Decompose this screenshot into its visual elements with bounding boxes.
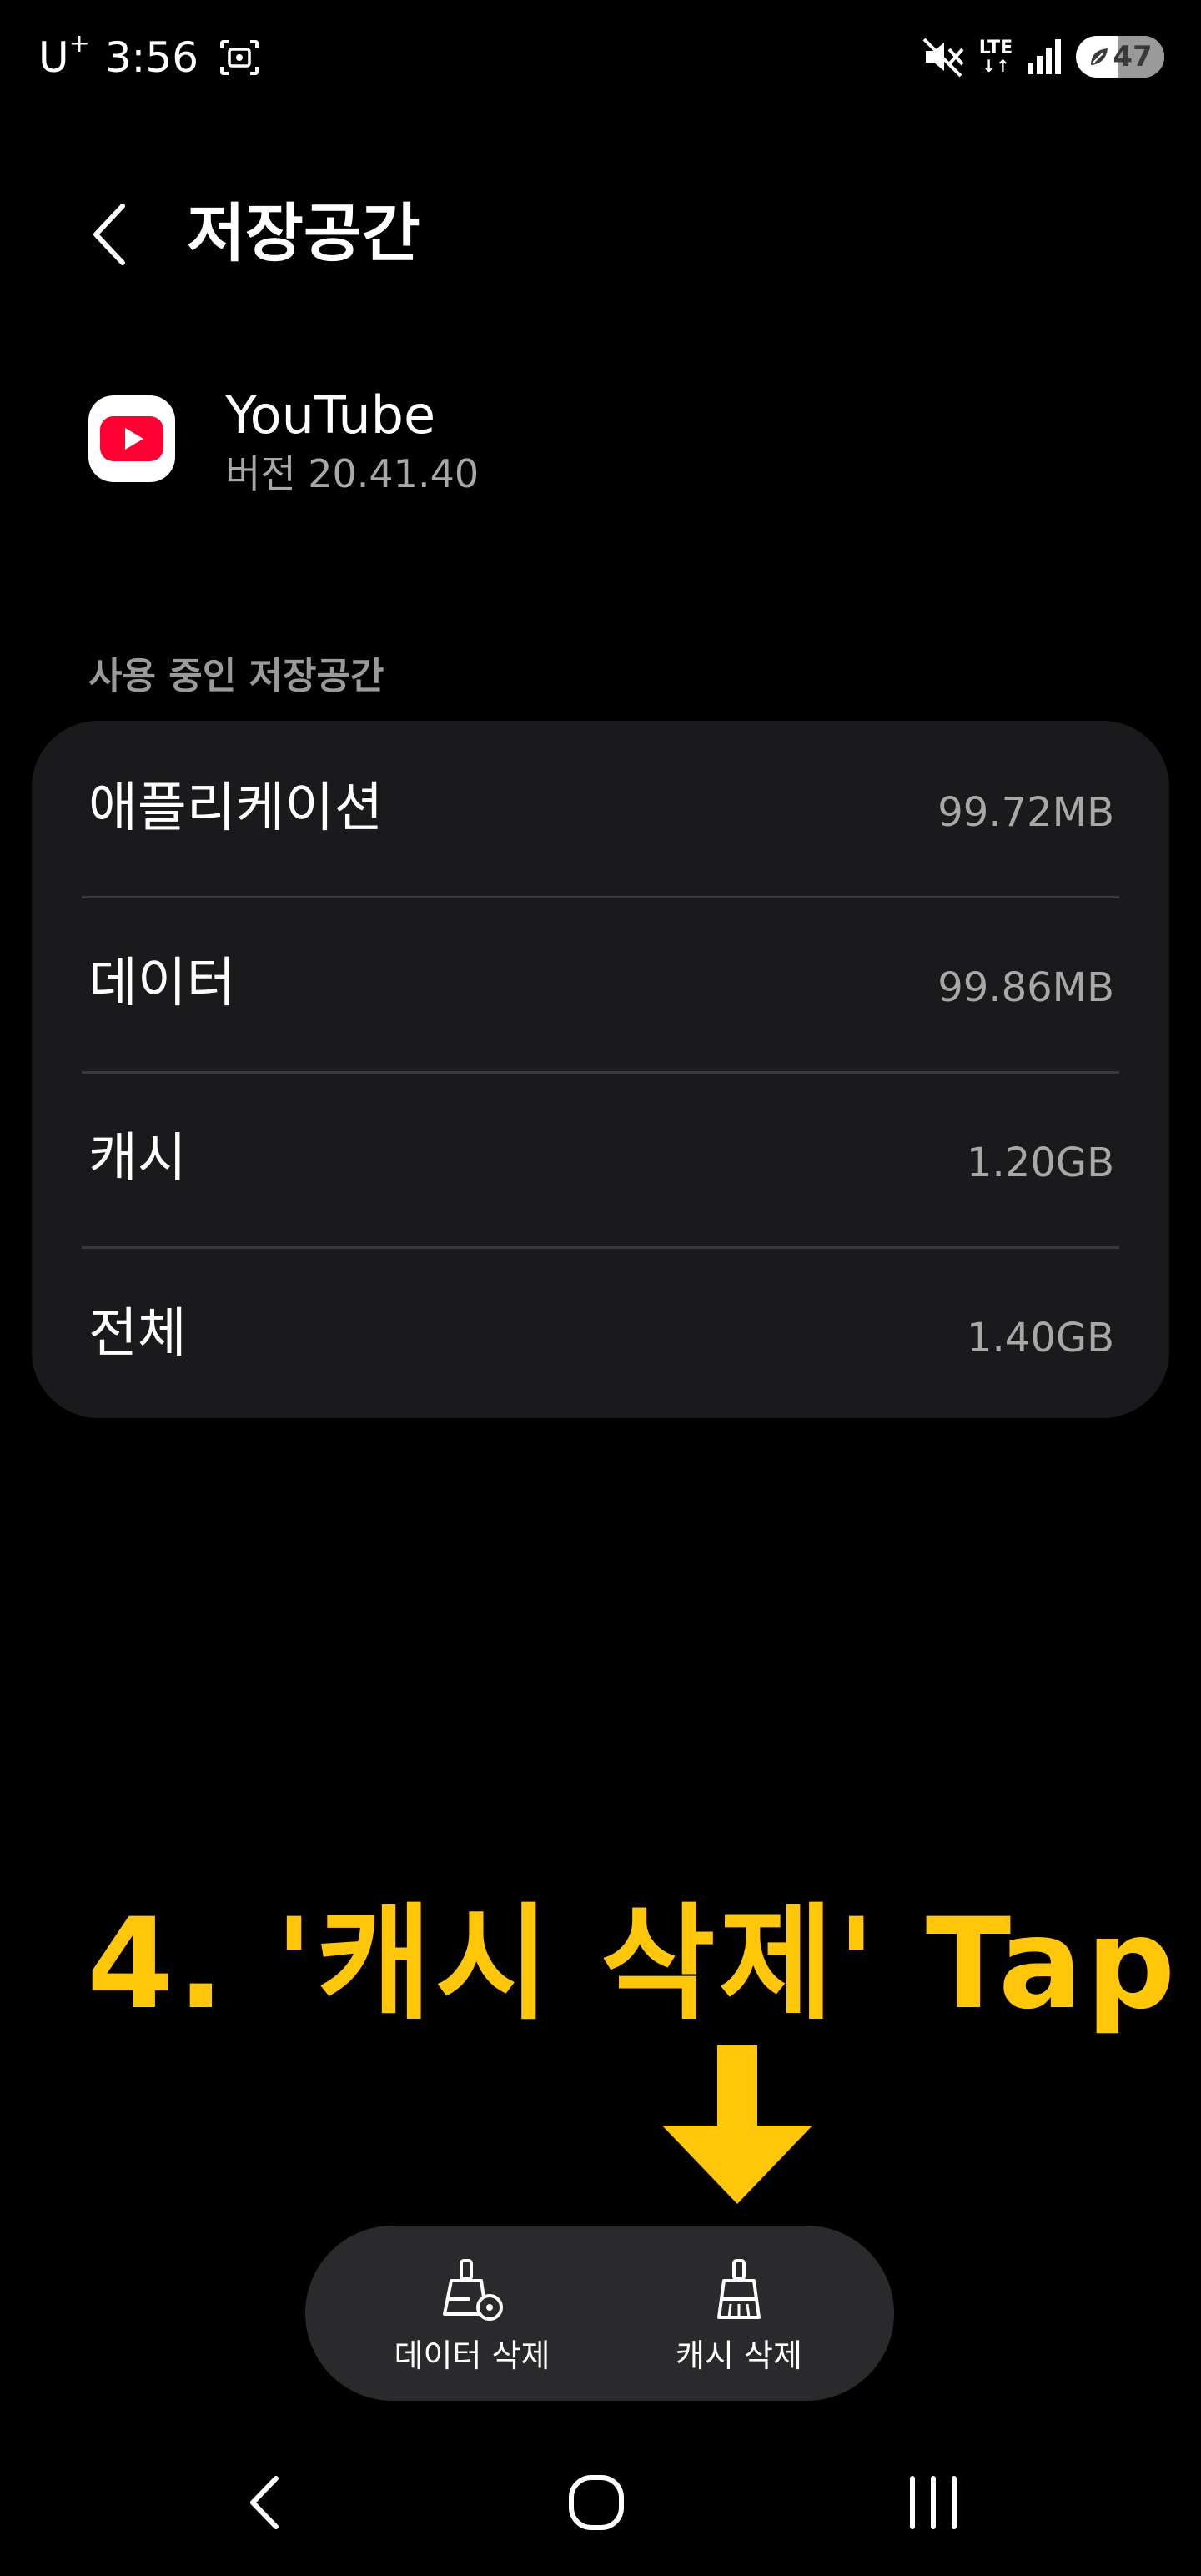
- screenshot-icon: [220, 40, 259, 75]
- status-bar: U+ 3:56 LTE ↓↑ 47: [0, 0, 1201, 117]
- status-left: U+ 3:56: [38, 28, 260, 87]
- storage-row-label: 전체: [88, 1303, 187, 1365]
- mute-icon: [922, 38, 964, 78]
- broom-icon: [717, 2259, 761, 2319]
- signal-icon: [1028, 39, 1061, 74]
- status-right: LTE ↓↑ 47: [922, 32, 1164, 82]
- section-label: 사용 중인 저장공간: [88, 655, 384, 697]
- action-bar: 데이터 삭제 캐시 삭제: [305, 2226, 894, 2401]
- clear-cache-button[interactable]: 캐시 삭제: [606, 2226, 872, 2401]
- app-name: YouTube: [225, 385, 436, 445]
- storage-row-cache: 캐시 1.20GB: [32, 1071, 1169, 1246]
- carrier-text: U: [38, 33, 69, 82]
- header: 저장공간: [0, 167, 1201, 300]
- battery-indicator: 47: [1076, 36, 1164, 78]
- back-button[interactable]: [80, 197, 138, 272]
- storage-row-value: 99.72MB: [937, 789, 1114, 836]
- storage-card: 애플리케이션 99.72MB 데이터 99.86MB 캐시 1.20GB 전체 …: [32, 721, 1169, 1418]
- nav-recents-button[interactable]: [887, 2461, 979, 2544]
- broom-gear-icon: [443, 2259, 503, 2321]
- storage-row-value: 1.40GB: [967, 1315, 1114, 1361]
- storage-row-label: 애플리케이션: [88, 777, 384, 839]
- youtube-icon: [88, 395, 175, 482]
- status-time: 3:56: [104, 33, 199, 82]
- storage-row-value: 1.20GB: [967, 1140, 1114, 1186]
- storage-row-data: 데이터 99.86MB: [32, 896, 1169, 1071]
- battery-percent: 47: [1113, 40, 1153, 73]
- chevron-left-icon: [93, 204, 125, 265]
- arrow-down-icon: [662, 2045, 812, 2204]
- leaf-icon: [1091, 48, 1108, 65]
- app-version: 버전 20.41.40: [225, 451, 480, 496]
- clear-cache-label: 캐시 삭제: [676, 2337, 802, 2374]
- instruction-caption: 4. '캐시 삭제' Tap: [87, 1892, 1179, 2037]
- recents-icon: [910, 2476, 957, 2529]
- storage-row-label: 데이터: [88, 953, 236, 1014]
- page-title: 저장공간: [187, 196, 420, 270]
- app-info: YouTube 버전 20.41.40: [0, 375, 1201, 509]
- storage-row-value: 99.86MB: [937, 964, 1114, 1011]
- carrier-plus: +: [68, 29, 90, 59]
- storage-row-total: 전체 1.40GB: [32, 1246, 1169, 1421]
- carrier-label: U+: [38, 29, 90, 82]
- back-icon: [250, 2476, 279, 2529]
- data-arrows-icon: ↓↑: [982, 56, 1010, 76]
- home-icon: [569, 2475, 624, 2530]
- storage-row-application: 애플리케이션 99.72MB: [32, 721, 1169, 896]
- navigation-bar: [0, 2453, 1201, 2553]
- clear-data-label: 데이터 삭제: [394, 2337, 550, 2374]
- storage-row-label: 캐시: [88, 1128, 187, 1190]
- nav-back-button[interactable]: [219, 2461, 310, 2544]
- nav-home-button[interactable]: [550, 2461, 642, 2544]
- network-type: LTE: [978, 38, 1013, 58]
- clear-data-button[interactable]: 데이터 삭제: [339, 2226, 606, 2401]
- network-indicator: LTE ↓↑: [977, 38, 1014, 76]
